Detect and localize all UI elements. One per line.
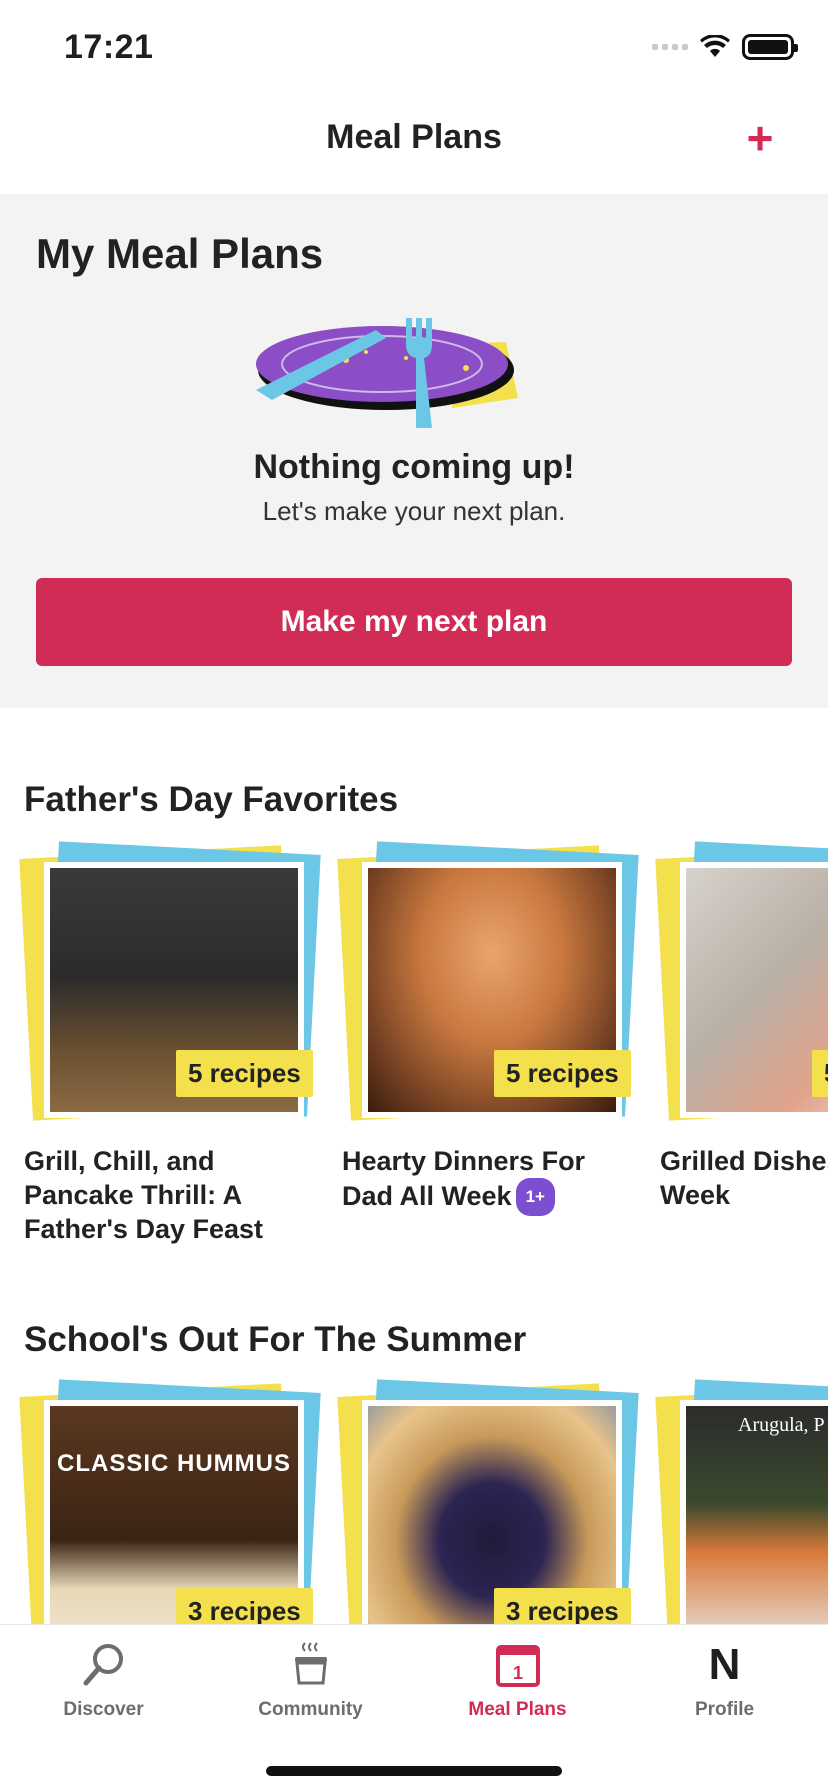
photo-caption: CLASSIC HUMMUS xyxy=(57,1450,291,1477)
status-icons xyxy=(652,34,798,60)
meal-plan-card[interactable]: CLASSIC HUMMUS 3 recipes xyxy=(19,1378,321,1624)
wifi-icon xyxy=(700,35,730,57)
card-title: Hearty Dinners For Dad All Week 1+ xyxy=(342,1144,638,1216)
my-meal-plans-section: My Meal Plans Nothing coming up! Let's m… xyxy=(0,194,828,708)
tab-meal-plans[interactable]: 1 Meal Plans xyxy=(414,1641,621,1721)
empty-plate-illustration xyxy=(256,318,518,428)
schools-out-carousel[interactable]: CLASSIC HUMMUS 3 recipes 3 recipes Arugu… xyxy=(0,1378,828,1624)
card-photo xyxy=(686,868,828,1112)
meal-plan-card[interactable]: 5 recipes Grill, Chill, and Pancake Thri… xyxy=(19,840,321,1246)
recipe-count-badge: 5 recipes xyxy=(176,1050,313,1097)
section-title-schools-out: School's Out For The Summer xyxy=(24,1320,527,1359)
empty-state-title: Nothing coming up! xyxy=(253,448,575,486)
battery-icon xyxy=(742,34,798,60)
add-plan-button[interactable]: + xyxy=(732,110,788,166)
card-title: Grill, Chill, and Pancake Thrill: A Fath… xyxy=(24,1146,264,1244)
empty-state-subtitle: Let's make your next plan. xyxy=(262,496,566,526)
tab-label: Community xyxy=(258,1699,363,1720)
page-title: Meal Plans xyxy=(326,118,502,156)
section-title: My Meal Plans xyxy=(36,230,324,277)
meal-plan-card[interactable]: Arugula, P & Goat Ch xyxy=(655,1378,828,1624)
status-bar: 17:21 xyxy=(0,0,828,92)
tab-discover[interactable]: Discover xyxy=(0,1641,207,1721)
pot-icon xyxy=(287,1641,335,1689)
recipe-count-badge: 3 recipes xyxy=(176,1588,313,1624)
make-next-plan-button[interactable]: Make my next plan xyxy=(36,578,792,666)
meal-plan-card[interactable]: 5 recipes Hearty Dinners For Dad All Wee… xyxy=(337,840,639,1216)
recipe-count-badge: 5 xyxy=(812,1050,828,1097)
tab-community[interactable]: Community xyxy=(207,1641,414,1721)
navigation-header: Meal Plans + xyxy=(0,92,828,194)
calendar-icon: 1 xyxy=(494,1641,542,1689)
cellular-signal-icon xyxy=(652,44,688,50)
search-icon xyxy=(80,1641,128,1689)
tab-label: Meal Plans xyxy=(468,1699,567,1720)
recipe-count-badge: 5 recipes xyxy=(494,1050,631,1097)
calendar-day-number: 1 xyxy=(512,1663,522,1683)
meal-plan-card[interactable]: 3 recipes xyxy=(337,1378,639,1624)
status-time: 17:21 xyxy=(64,28,154,66)
profile-n-icon: N xyxy=(701,1640,749,1689)
tab-label: Discover xyxy=(63,1699,144,1720)
plus-badge: 1+ xyxy=(515,1178,555,1216)
recipe-count-badge: 3 recipes xyxy=(494,1588,631,1624)
tab-label: Profile xyxy=(694,1699,755,1720)
home-indicator xyxy=(266,1766,562,1776)
meal-plan-card[interactable]: 5 Grilled Dishes All Week xyxy=(655,840,828,1212)
tab-profile[interactable]: N Profile xyxy=(621,1640,828,1721)
fathers-day-carousel[interactable]: 5 recipes Grill, Chill, and Pancake Thri… xyxy=(0,840,828,1260)
card-title: Grilled Dishes All Week xyxy=(660,1146,828,1210)
photo-caption: Arugula, P & Goat Ch xyxy=(738,1414,828,1436)
section-title-fathers-day: Father's Day Favorites xyxy=(24,780,399,819)
card-photo: Arugula, P & Goat Ch xyxy=(686,1406,828,1624)
profile-n-glyph: N xyxy=(708,1640,741,1689)
